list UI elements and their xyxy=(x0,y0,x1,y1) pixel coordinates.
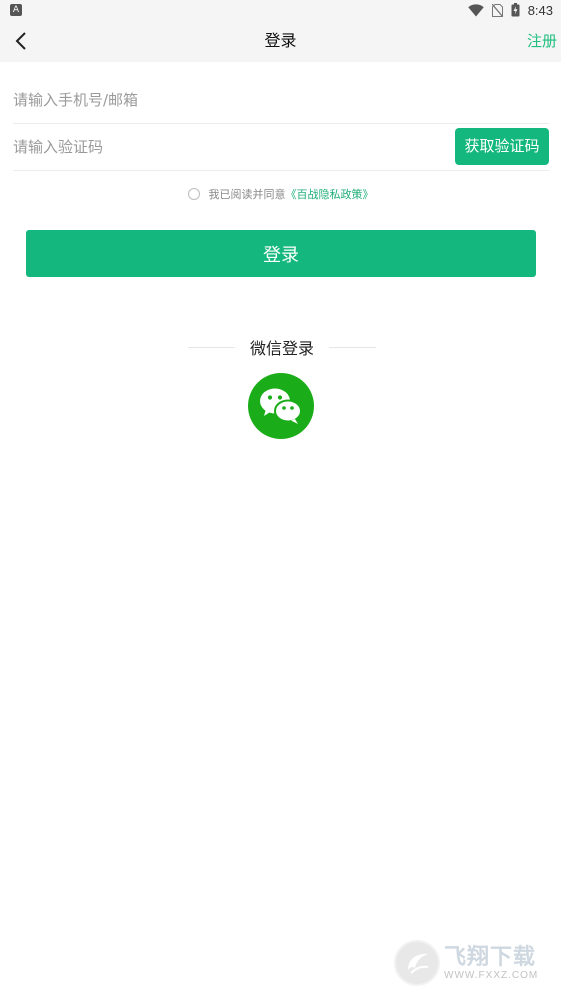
privacy-policy-link[interactable]: 《百战隐私政策》 xyxy=(286,186,374,202)
wechat-icon xyxy=(260,388,302,424)
verification-code-input[interactable] xyxy=(13,124,433,170)
no-sim-icon xyxy=(491,3,503,17)
agree-text: 我已阅读并同意 xyxy=(208,188,286,201)
watermark-logo-icon xyxy=(394,940,440,986)
wechat-login-button[interactable] xyxy=(248,373,314,439)
battery-charging-icon xyxy=(511,3,520,17)
login-button[interactable]: 登录 xyxy=(26,230,536,277)
wechat-login-header: 微信登录 xyxy=(188,336,376,358)
page-title: 登录 xyxy=(264,31,297,50)
divider-left xyxy=(188,346,235,348)
watermark-text: 飞翔下载 WWW.FXXZ.COM xyxy=(444,944,539,981)
watermark-title: 飞翔下载 xyxy=(444,944,537,970)
notification-icon: A xyxy=(10,4,22,16)
phone-field-row xyxy=(13,76,549,124)
register-link[interactable]: 注册 xyxy=(527,20,557,62)
watermark: 飞翔下载 WWW.FXXZ.COM xyxy=(394,938,554,988)
wechat-login-title: 微信登录 xyxy=(249,339,314,358)
phone-email-input[interactable] xyxy=(13,76,433,123)
agree-checkbox[interactable] xyxy=(187,188,200,200)
wifi-icon xyxy=(467,3,484,17)
nav-bar: 登录 注册 xyxy=(0,20,561,62)
agreement-row: 我已阅读并同意 《百战隐私政策》 xyxy=(0,186,561,202)
status-bar: A 8:43 xyxy=(0,0,561,20)
code-field-row: 获取验证码 xyxy=(13,124,549,171)
get-code-button[interactable]: 获取验证码 xyxy=(455,128,549,165)
watermark-url: WWW.FXXZ.COM xyxy=(444,969,539,981)
clock: 8:43 xyxy=(527,2,553,18)
divider-right xyxy=(328,346,376,348)
status-indicators: 8:43 xyxy=(467,2,553,18)
